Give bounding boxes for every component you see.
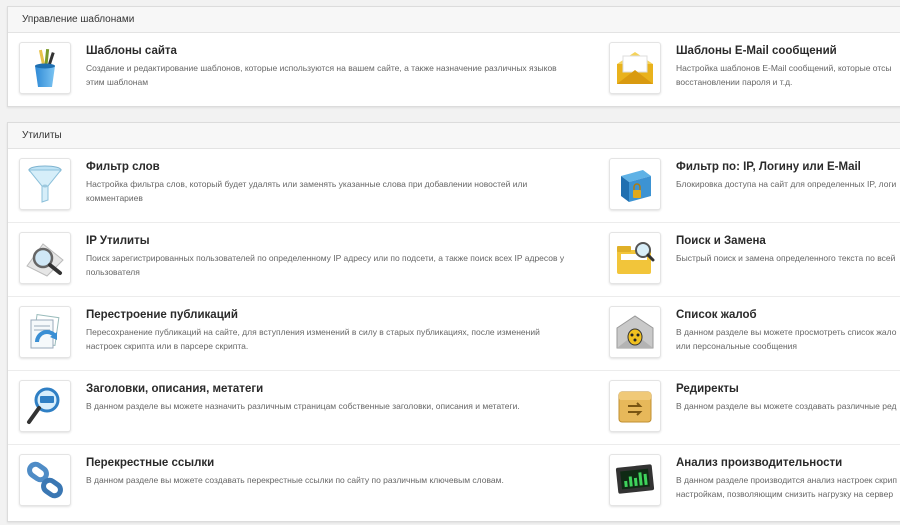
panel-header-utilities: Утилиты [8,123,900,149]
list-item: Фильтр слов Настройка фильтра слов, кото… [8,149,900,223]
item-title[interactable]: Поиск и Замена [676,235,766,247]
item-description: Создание и редактирование шаблонов, кото… [86,63,557,87]
complaints-list-item[interactable]: Список жалоб В данном разделе вы можете … [598,297,900,370]
item-title[interactable]: Список жалоб [676,309,757,321]
item-description: В данном разделе вы можете создавать раз… [676,400,900,414]
templates-panel: Управление шаблонами Шаблоны сайта Созда… [7,6,900,107]
performance-analysis-item[interactable]: Анализ производительности В данном разде… [598,445,900,519]
description-line: восстановлении пароля и т.д. [676,76,793,87]
list-item: Перестроение публикаций Пересохранение п… [8,297,900,371]
item-title[interactable]: Редиректы [676,383,739,395]
item-description: В данном разделе вы можете создавать пер… [86,475,504,485]
item-title[interactable]: Фильтр по: IP, Логину или E-Mail [676,161,861,173]
description-line: настройкам, позволяющим снизить нагрузку… [676,488,894,499]
redirect-folder-icon [609,380,661,432]
item-description: В данном разделе вы можете назначить раз… [86,401,520,411]
item-title[interactable]: Заголовки, описания, метатеги [86,383,263,395]
chain-links-icon [19,454,71,506]
funnel-icon [19,158,71,210]
item-description: Пересохранение публикаций на сайте, для … [86,327,540,351]
search-replace-item[interactable]: Поиск и Замена Быстрый поиск и замена оп… [598,223,900,296]
item-title[interactable]: Перестроение публикаций [86,309,238,321]
monitor-chart-icon [609,454,661,506]
description-line: В данном разделе вы можете просмотреть с… [676,327,897,337]
list-item: Заголовки, описания, метатеги В данном р… [8,371,900,445]
item-title[interactable]: Шаблоны E-Mail сообщений [676,45,837,57]
item-description: В данном разделе вы можете просмотреть с… [676,326,900,353]
description-line: Настройка шаблонов E-Mail сообщений, кот… [676,63,892,73]
item-description: Быстрый поиск и замена определенного тек… [676,252,900,266]
redirects-item[interactable]: Редиректы В данном разделе вы можете соз… [598,371,900,444]
folder-search-icon [609,232,661,284]
item-title[interactable]: IP Утилиты [86,235,150,247]
magnifier-icon [19,232,71,284]
utilities-panel: Утилиты Фильтр слов Настройка фильтра сл… [7,122,900,522]
list-item: Шаблоны сайта Создание и редактирование … [8,33,900,107]
description-line: Быстрый поиск и замена определенного тек… [676,253,896,263]
cross-links-item[interactable]: Перекрестные ссылки В данном разделе вы … [8,445,598,519]
documents-refresh-icon [19,306,71,358]
keyword-magnifier-icon [19,380,71,432]
item-description: В данном разделе производится анализ нас… [676,474,900,501]
rebuild-publications-item[interactable]: Перестроение публикаций Пересохранение п… [8,297,598,370]
ip-login-filter-item[interactable]: Фильтр по: IP, Логину или E-Mail Блокиро… [598,149,900,222]
item-description: Блокировка доступа на сайт для определен… [676,178,900,192]
item-title[interactable]: Шаблоны сайта [86,45,177,57]
item-description: Настройка фильтра слов, который будет уд… [86,179,528,203]
panel-header-templates: Управление шаблонами [8,7,900,33]
brushes-cup-icon [19,42,71,94]
list-item: Перекрестные ссылки В данном разделе вы … [8,445,900,519]
description-line: В данном разделе вы можете создавать раз… [676,401,897,411]
item-description: Настройка шаблонов E-Mail сообщений, кот… [676,62,900,89]
description-line: В данном разделе производится анализ нас… [676,475,897,485]
meta-tags-item[interactable]: Заголовки, описания, метатеги В данном р… [8,371,598,444]
item-title[interactable]: Перекрестные ссылки [86,457,214,469]
item-description: Поиск зарегистрированных пользователей п… [86,253,565,277]
envelope-icon [609,42,661,94]
site-templates-item[interactable]: Шаблоны сайта Создание и редактирование … [8,33,598,107]
item-title[interactable]: Анализ производительности [676,457,842,469]
description-line: Блокировка доступа на сайт для определен… [676,179,897,189]
locked-box-icon [609,158,661,210]
item-title[interactable]: Фильтр слов [86,161,160,173]
description-line: или персональные сообщения [676,340,797,351]
ip-utilities-item[interactable]: IP Утилиты Поиск зарегистрированных поль… [8,223,598,296]
bug-envelope-icon [609,306,661,358]
list-item: IP Утилиты Поиск зарегистрированных поль… [8,223,900,297]
email-templates-item[interactable]: Шаблоны E-Mail сообщений Настройка шабло… [598,33,900,107]
word-filter-item[interactable]: Фильтр слов Настройка фильтра слов, кото… [8,149,598,222]
